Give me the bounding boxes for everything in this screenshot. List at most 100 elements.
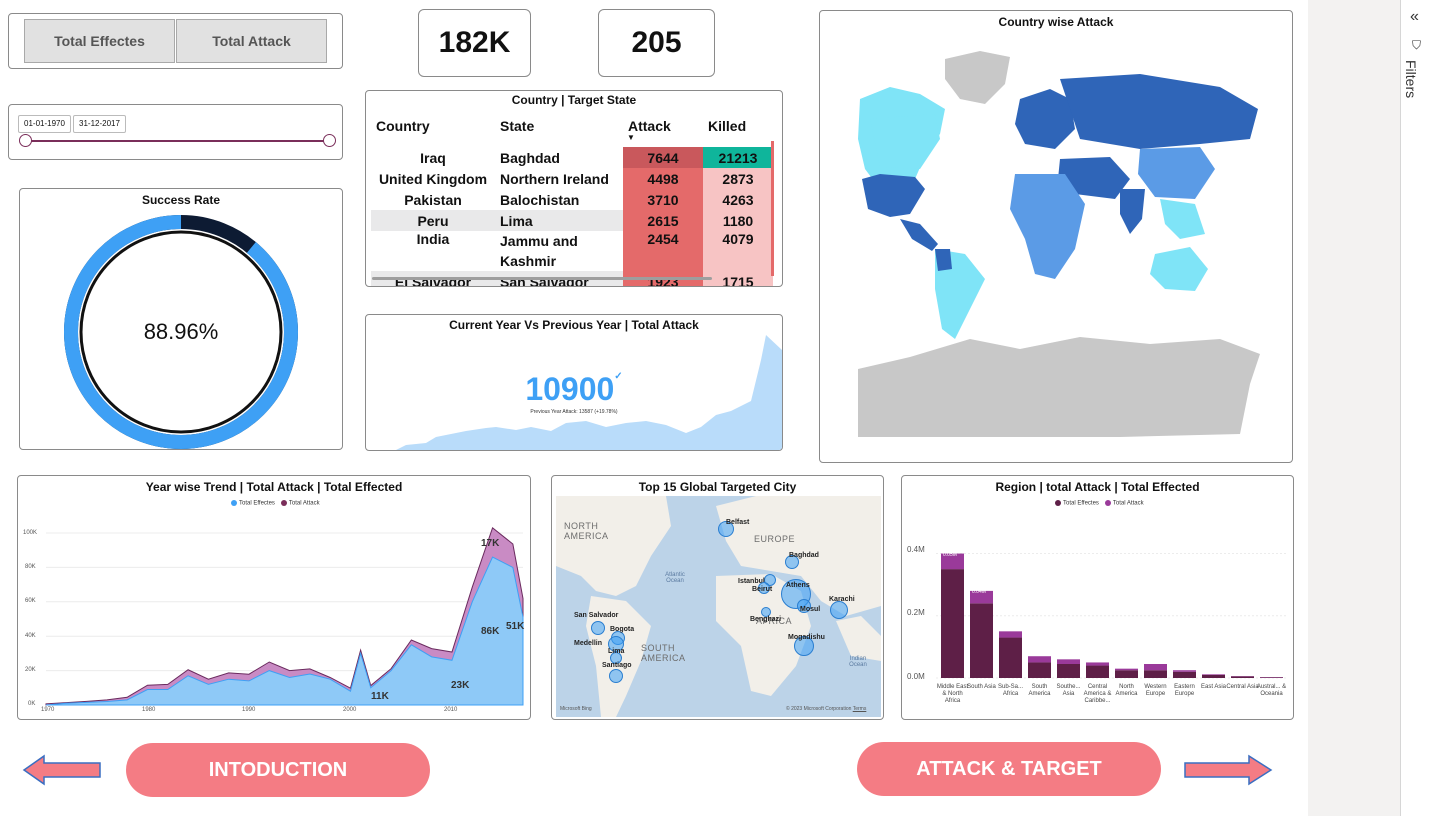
city-label: Mosul xyxy=(800,606,821,613)
region-bar-chart xyxy=(936,553,1287,679)
bar-total-attack[interactable] xyxy=(1057,659,1080,664)
filters-label[interactable]: Filters xyxy=(1403,60,1419,98)
cell-killed: 4079 xyxy=(703,231,773,271)
bar-total-attack[interactable] xyxy=(1144,664,1167,671)
table-row[interactable]: Pakistan Balochistan 3710 4263 xyxy=(371,189,773,210)
bar-total-attack[interactable] xyxy=(1028,656,1051,663)
cell-country: United Kingdom xyxy=(378,170,488,187)
total-effected-toggle[interactable]: Total Effectes xyxy=(24,19,175,63)
bar-total-attack[interactable] xyxy=(1115,668,1138,671)
bar-total-effectes[interactable] xyxy=(1202,674,1225,678)
slider-handle-end[interactable] xyxy=(323,134,336,147)
total-attack-toggle[interactable]: Total Attack xyxy=(176,19,327,63)
city-bubble[interactable] xyxy=(591,621,605,635)
bar-total-effectes[interactable] xyxy=(1231,676,1254,678)
attack-target-button[interactable]: ATTACK & TARGET xyxy=(857,742,1161,796)
table-row[interactable]: Peru Lima 2615 1180 xyxy=(371,210,773,231)
x-tick: 2010 xyxy=(444,707,458,713)
table-hscroll[interactable] xyxy=(372,277,712,280)
yoy-subtitle: Previous Year Attack: 13587 (+19.78%) xyxy=(530,409,618,415)
bar-total-attack[interactable] xyxy=(1086,662,1109,666)
header-state[interactable]: State xyxy=(495,113,623,139)
city-label: Medellin xyxy=(574,640,603,647)
russia-shape xyxy=(1060,74,1258,149)
city-bubble[interactable] xyxy=(830,601,848,619)
next-arrow-icon[interactable] xyxy=(1183,754,1273,786)
city-label: Santiago xyxy=(602,662,632,669)
cell-attack: 4498 xyxy=(623,168,703,189)
city-bubble[interactable] xyxy=(609,669,623,683)
table-vscroll[interactable] xyxy=(771,141,774,276)
city-label: Belfast xyxy=(726,519,750,526)
header-attack-label: Attack xyxy=(628,118,671,134)
kpi-total-effected: 182K xyxy=(418,9,531,77)
y-tick: 100K xyxy=(23,530,38,536)
data-label: 11K xyxy=(371,691,389,702)
bing-map[interactable]: NORTH AMERICA EUROPE AFRICA SOUTH AMERIC… xyxy=(556,496,881,717)
yoy-card: Current Year Vs Previous Year | Total At… xyxy=(365,314,783,451)
world-choropleth[interactable] xyxy=(820,39,1292,459)
y-tick: 80K xyxy=(25,564,36,570)
bar-total-effectes[interactable] xyxy=(941,569,964,678)
header-killed[interactable]: Killed xyxy=(703,113,773,139)
kpi-countries: 205 xyxy=(598,9,715,77)
start-date[interactable]: 01-01-1970 xyxy=(18,115,71,133)
world-map-card: Country wise Attack xyxy=(819,10,1293,463)
cell-attack: 2615 xyxy=(623,210,703,231)
filters-pane: « ⛉ Filters xyxy=(1400,0,1432,816)
card-title: Success Rate xyxy=(141,193,221,207)
canada-shape xyxy=(870,114,940,169)
table-row[interactable]: United Kingdom Northern Ireland 4498 287… xyxy=(371,168,773,189)
header-attack[interactable]: Attack ▼ xyxy=(623,113,703,142)
bar-total-effectes[interactable] xyxy=(970,603,993,678)
introduction-button[interactable]: INTODUCTION xyxy=(126,743,430,797)
prev-arrow-icon[interactable] xyxy=(22,754,102,786)
collapse-chevron-icon[interactable]: « xyxy=(1410,8,1419,26)
end-date[interactable]: 31-12-2017 xyxy=(73,115,126,133)
check-icon: ✓ xyxy=(614,371,623,382)
bar-total-effectes[interactable] xyxy=(1173,671,1196,678)
y-tick: 40K xyxy=(25,633,36,639)
bar-total-effectes[interactable] xyxy=(1086,665,1109,678)
cell-state: Jammu and Kashmir xyxy=(500,233,578,269)
antarctica-shape xyxy=(858,337,1260,437)
bar-total-effectes[interactable] xyxy=(1028,662,1051,678)
y-tick: 20K xyxy=(25,667,36,673)
city-label: San Salvador xyxy=(574,612,619,619)
header-country[interactable]: Country xyxy=(371,113,495,139)
filter-icon[interactable]: ⛉ xyxy=(1412,38,1421,53)
table-row[interactable]: Iraq Baghdad 7644 21213 xyxy=(371,147,773,168)
city-label: Athens xyxy=(786,582,810,589)
kpi-value: 182K xyxy=(438,26,511,59)
india-shape xyxy=(1120,189,1145,234)
usa-shape xyxy=(862,174,925,217)
cell-killed: 21213 xyxy=(703,147,773,168)
bar-total-effectes[interactable] xyxy=(1144,670,1167,678)
bar-total-attack[interactable] xyxy=(1202,674,1225,675)
yoy-value: 10900✓ xyxy=(366,371,782,408)
cell-killed: 1715 xyxy=(703,271,773,286)
slider-track[interactable] xyxy=(26,140,330,142)
city-label: Bogota xyxy=(610,626,635,633)
region-card: Region | total Attack | Total Effected T… xyxy=(901,475,1294,720)
city-map-card: Top 15 Global Targeted City NORTH AMERIC… xyxy=(551,475,884,720)
slider-handle-start[interactable] xyxy=(19,134,32,147)
bar-total-attack[interactable] xyxy=(999,631,1022,638)
card-title: Country | Target State xyxy=(511,93,637,107)
success-rate-value: 88.96% xyxy=(143,319,219,344)
bar-total-effectes[interactable] xyxy=(1260,677,1283,678)
cell-state: Northern Ireland xyxy=(500,170,609,187)
europe-shape xyxy=(1015,89,1075,149)
terms-link[interactable]: Terms xyxy=(853,706,867,712)
data-label: 86K xyxy=(481,626,500,637)
cell-state: Baghdad xyxy=(500,149,560,166)
city-label: Lima xyxy=(608,648,625,655)
bar-total-attack[interactable] xyxy=(1173,670,1196,672)
bar-total-effectes[interactable] xyxy=(999,637,1022,678)
bar-total-effectes[interactable] xyxy=(1115,670,1138,678)
date-slicer: 01-01-1970 31-12-2017 xyxy=(8,104,343,160)
city-label: Beirut xyxy=(752,586,773,593)
table-row[interactable]: India Jammu and Kashmir 2454 4079 xyxy=(371,231,773,271)
bar-total-effectes[interactable] xyxy=(1057,664,1080,678)
cell-attack: 7644 xyxy=(623,147,703,168)
